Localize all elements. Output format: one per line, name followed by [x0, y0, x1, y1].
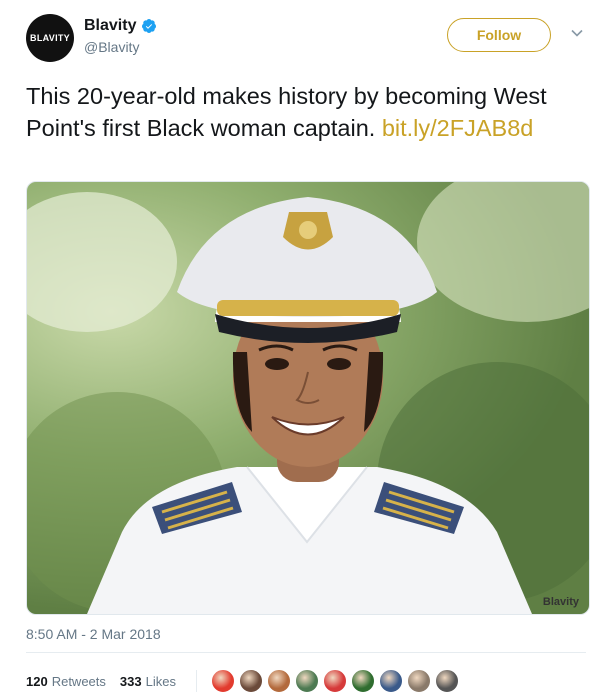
liker-avatar[interactable] — [406, 669, 431, 693]
likes-count: 333 — [119, 673, 142, 689]
liker-avatar[interactable] — [210, 669, 235, 693]
liker-avatar[interactable] — [238, 669, 263, 693]
account-handle[interactable]: @Blavity — [84, 39, 157, 55]
photo-watermark: Blavity — [542, 596, 579, 608]
display-name-row[interactable]: Blavity — [84, 17, 157, 35]
divider — [26, 652, 586, 653]
likes-stat[interactable]: 333 Likes — [120, 674, 176, 689]
tweet-photo[interactable]: Blavity — [26, 181, 590, 615]
account-info: Blavity @Blavity — [84, 17, 157, 55]
liker-avatars — [210, 669, 463, 693]
liker-avatar[interactable] — [322, 669, 347, 693]
tweet-header: BLAVITY Blavity @Blavity Follow — [26, 14, 596, 62]
follow-button[interactable]: Follow — [447, 18, 551, 52]
liker-avatar[interactable] — [378, 669, 403, 693]
chevron-down-icon[interactable] — [570, 26, 584, 40]
liker-avatar[interactable] — [266, 669, 291, 693]
cadet-portrait-illustration — [27, 182, 589, 614]
liker-avatar[interactable] — [294, 669, 319, 693]
retweets-count: 120 — [26, 673, 48, 689]
retweets-stat[interactable]: 120 Retweets — [26, 674, 106, 689]
verified-badge-icon — [142, 19, 157, 33]
liker-avatar[interactable] — [434, 669, 459, 693]
avatar[interactable]: BLAVITY — [26, 14, 74, 62]
tweet-link[interactable]: bit.ly/2FJAB8d — [382, 115, 534, 141]
tweet-stats: 120 Retweets 333 Likes — [26, 666, 463, 696]
display-name[interactable]: Blavity — [84, 17, 136, 35]
likes-label: Likes — [145, 673, 176, 689]
stats-divider — [195, 670, 197, 692]
liker-avatar[interactable] — [350, 669, 375, 693]
tweet-timestamp[interactable]: 8:50 AM - 2 Mar 2018 — [26, 626, 161, 642]
retweets-label: Retweets — [51, 673, 106, 689]
tweet-text: This 20-year-old makes history by becomi… — [26, 80, 586, 144]
